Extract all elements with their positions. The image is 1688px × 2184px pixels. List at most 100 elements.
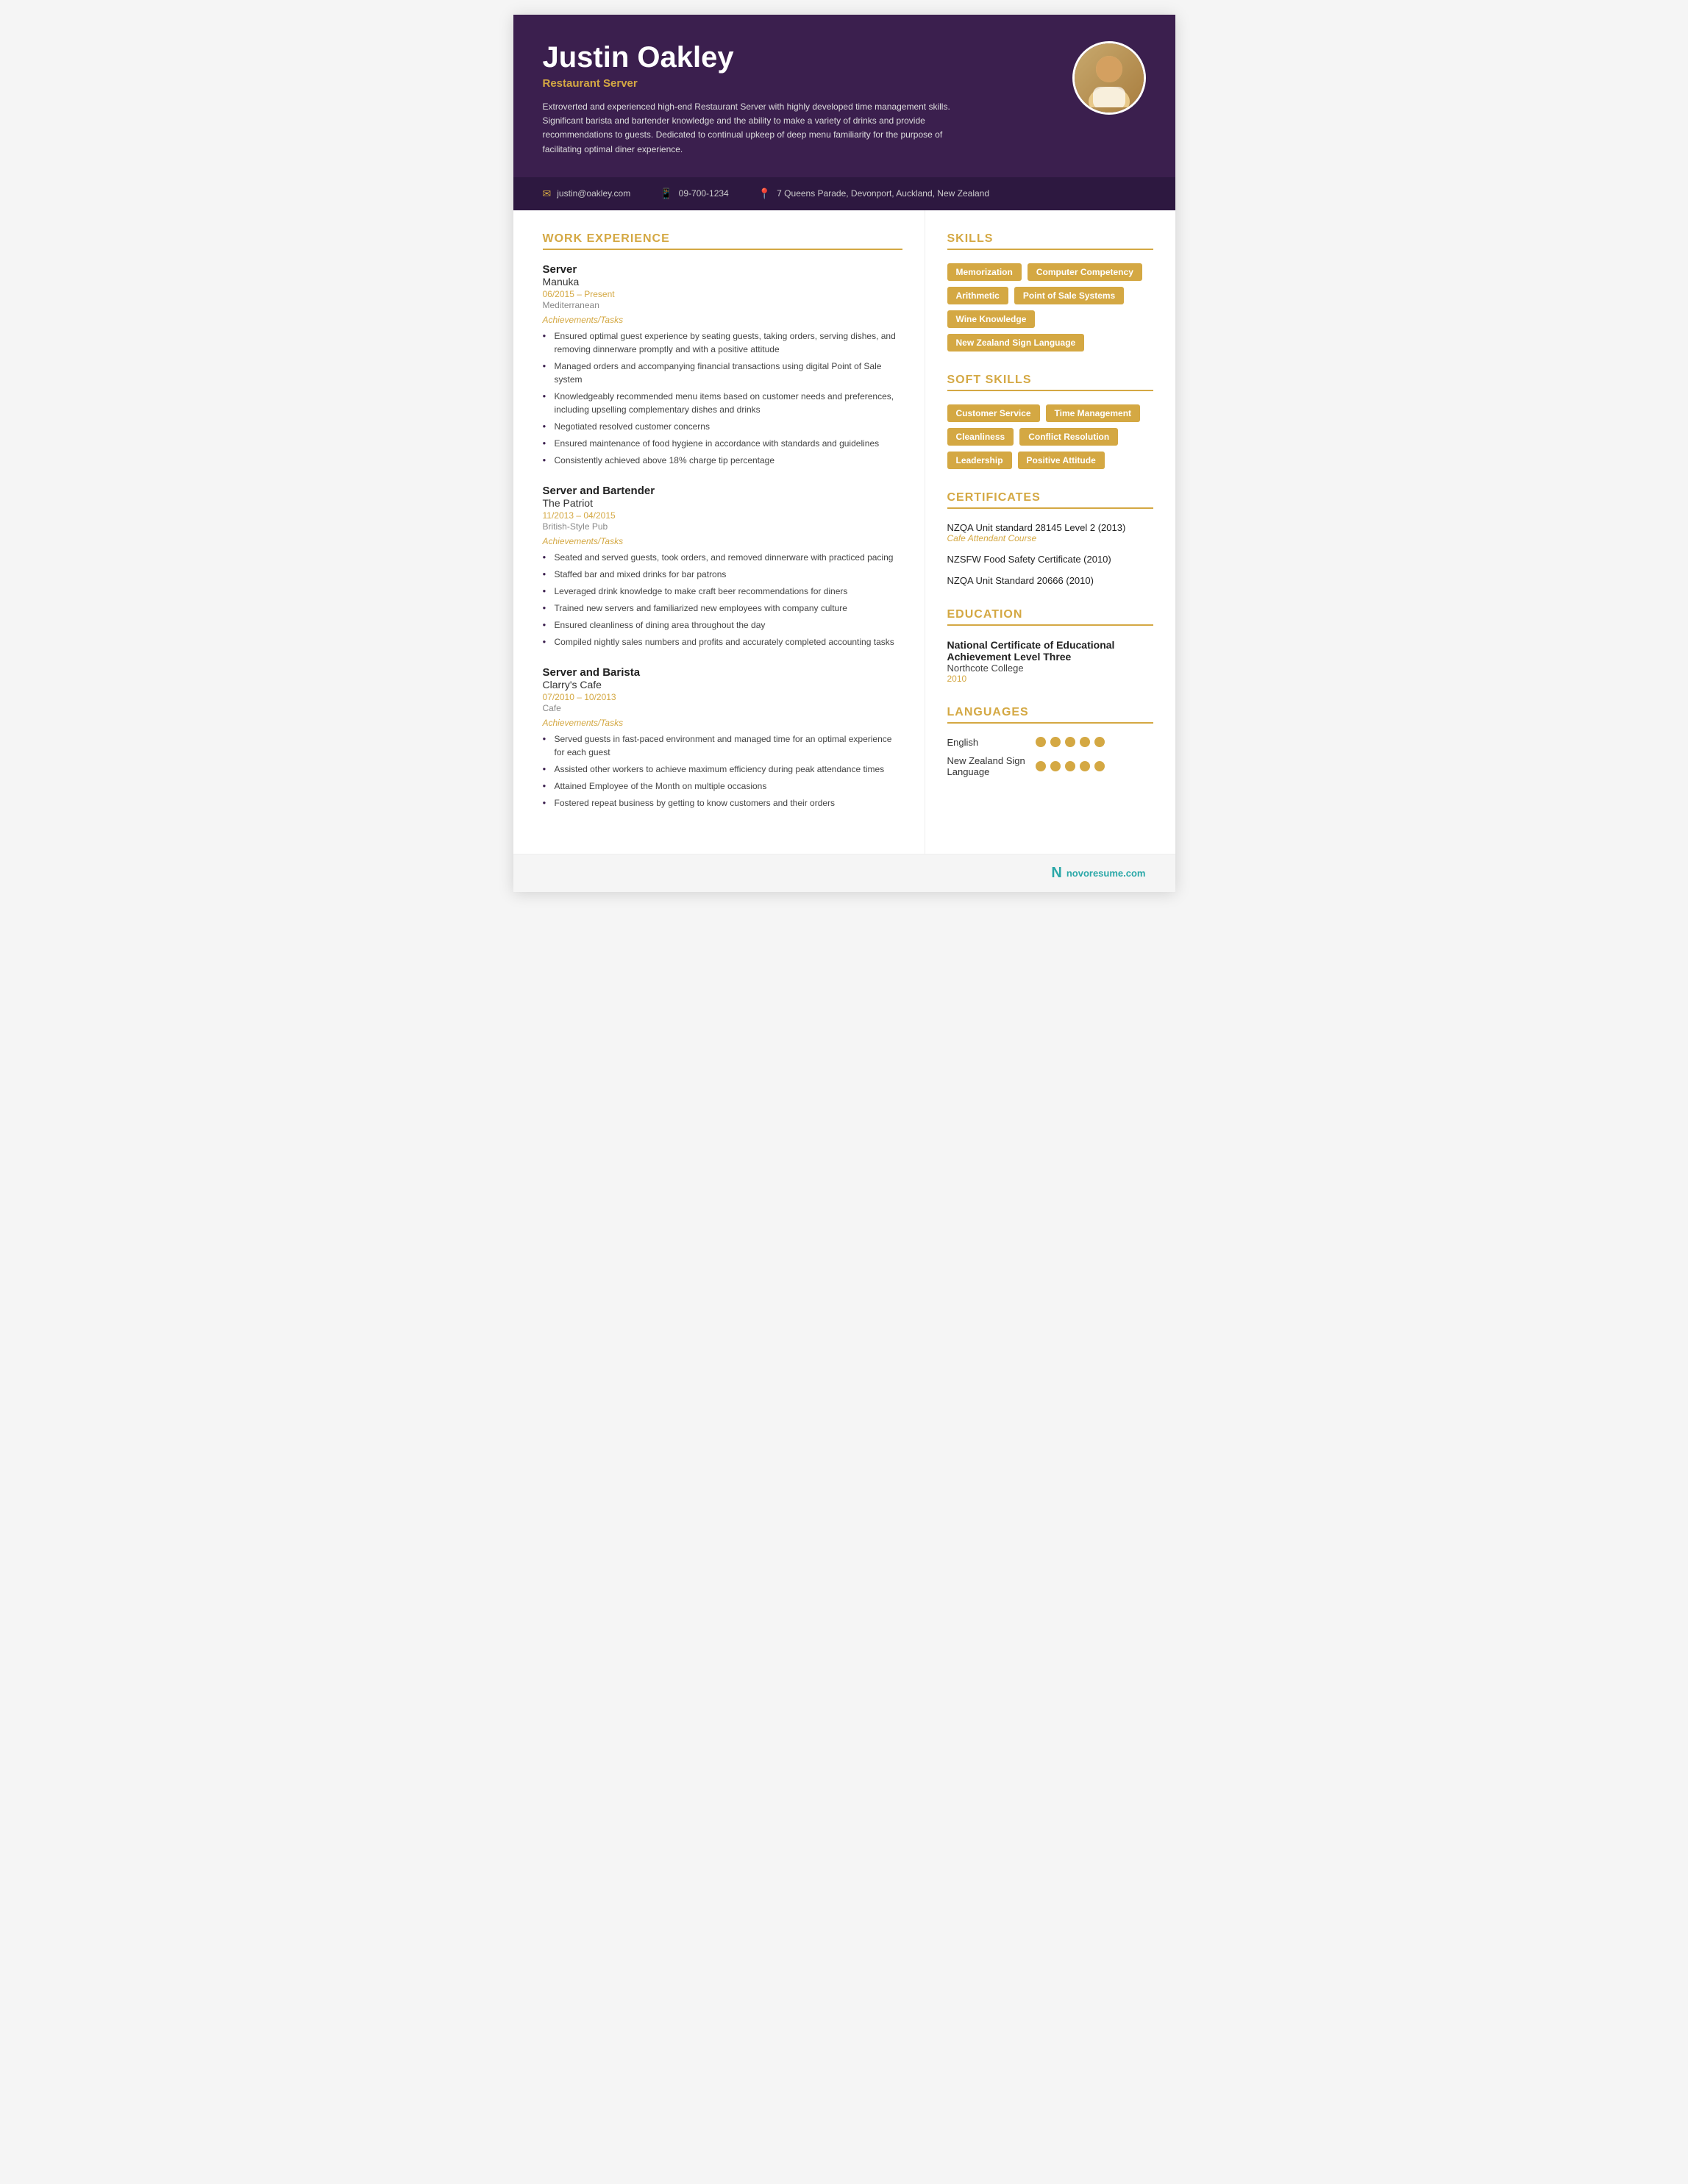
skill-tag: Wine Knowledge: [947, 310, 1036, 328]
job-item: Server and Barista Clarry's Cafe 07/2010…: [543, 666, 902, 810]
education-section: EDUCATION National Certificate of Educat…: [947, 608, 1153, 684]
header-photo: [1072, 41, 1146, 115]
edu-year: 2010: [947, 674, 1153, 684]
lang-dots: [1036, 737, 1105, 747]
lang-item: English: [947, 737, 1153, 748]
lang-name: New Zealand Sign Language: [947, 755, 1036, 777]
brand-logo: N novoresume.com: [1051, 865, 1145, 882]
job-bullets: Served guests in fast-paced environment …: [543, 732, 902, 810]
header-left: Justin Oakley Restaurant Server Extrover…: [543, 41, 1050, 157]
job-company: Clarry's Cafe: [543, 679, 902, 690]
skill-tag: Computer Competency: [1028, 263, 1142, 281]
certificates-section: CERTIFICATES NZQA Unit standard 28145 Le…: [947, 491, 1153, 586]
list-item: Assisted other workers to achieve maximu…: [543, 763, 902, 776]
work-experience-title: WORK EXPERIENCE: [543, 232, 902, 250]
header-section: Justin Oakley Restaurant Server Extrover…: [513, 15, 1175, 177]
list-item: Seated and served guests, took orders, a…: [543, 551, 902, 564]
lang-dot: [1080, 737, 1090, 747]
soft-skill-tag: Leadership: [947, 452, 1012, 469]
job-item: Server Manuka 06/2015 – Present Mediterr…: [543, 263, 902, 467]
soft-skill-tag: Customer Service: [947, 404, 1040, 422]
left-column: WORK EXPERIENCE Server Manuka 06/2015 – …: [513, 210, 925, 854]
lang-dot: [1065, 761, 1075, 771]
languages-section: LANGUAGES English New Zealand Sign Langu…: [947, 706, 1153, 777]
lang-dot: [1080, 761, 1090, 771]
skill-tag: Arithmetic: [947, 287, 1008, 304]
address-value: 7 Queens Parade, Devonport, Auckland, Ne…: [777, 188, 989, 199]
soft-skills-section: SOFT SKILLS Customer Service Time Managem…: [947, 374, 1153, 469]
lang-dot: [1050, 737, 1061, 747]
lang-container: English New Zealand Sign Language: [947, 737, 1153, 777]
cert-item: NZQA Unit Standard 20666 (2010): [947, 575, 1153, 586]
skill-tag: New Zealand Sign Language: [947, 334, 1085, 351]
lang-dot: [1065, 737, 1075, 747]
achievements-label: Achievements/Tasks: [543, 315, 902, 325]
list-item: Knowledgeably recommended menu items bas…: [543, 390, 902, 416]
location-icon: 📍: [758, 188, 771, 200]
phone-value: 09-700-1234: [679, 188, 729, 199]
contact-address: 📍 7 Queens Parade, Devonport, Auckland, …: [758, 188, 989, 200]
lang-name: English: [947, 737, 1036, 748]
job-item: Server and Bartender The Patriot 11/2013…: [543, 485, 902, 649]
job-date: 06/2015 – Present: [543, 289, 902, 299]
soft-skill-tag: Time Management: [1046, 404, 1140, 422]
lang-dot: [1050, 761, 1061, 771]
avatar: [1075, 43, 1144, 113]
resume-container: Justin Oakley Restaurant Server Extrover…: [513, 15, 1175, 892]
job-company: Manuka: [543, 276, 902, 288]
cert-name: NZQA Unit Standard 20666 (2010): [947, 575, 1153, 586]
soft-skills-title: SOFT SKILLS: [947, 374, 1153, 391]
list-item: Leveraged drink knowledge to make craft …: [543, 585, 902, 598]
cert-sub: Cafe Attendant Course: [947, 533, 1153, 543]
list-item: Ensured optimal guest experience by seat…: [543, 329, 902, 356]
contact-bar: ✉ justin@oakley.com 📱 09-700-1234 📍 7 Qu…: [513, 177, 1175, 210]
lang-dot: [1094, 761, 1105, 771]
achievements-label: Achievements/Tasks: [543, 536, 902, 546]
list-item: Ensured maintenance of food hygiene in a…: [543, 437, 902, 450]
list-item: Served guests in fast-paced environment …: [543, 732, 902, 759]
edu-container: National Certificate of Educational Achi…: [947, 639, 1153, 684]
header-title: Restaurant Server: [543, 77, 1050, 90]
list-item: Consistently achieved above 18% charge t…: [543, 454, 902, 467]
header-summary: Extroverted and experienced high-end Res…: [543, 100, 969, 157]
education-title: EDUCATION: [947, 608, 1153, 626]
soft-skills-tags: Customer ServiceTime ManagementCleanline…: [947, 404, 1153, 469]
job-company: The Patriot: [543, 497, 902, 509]
header-name: Justin Oakley: [543, 41, 1050, 74]
skill-tag: Point of Sale Systems: [1014, 287, 1124, 304]
list-item: Trained new servers and familiarized new…: [543, 602, 902, 615]
cert-item: NZSFW Food Safety Certificate (2010): [947, 554, 1153, 565]
job-bullets: Ensured optimal guest experience by seat…: [543, 329, 902, 467]
brand-name: novoresume.com: [1066, 868, 1146, 879]
job-date: 07/2010 – 10/2013: [543, 692, 902, 702]
list-item: Attained Employee of the Month on multip…: [543, 779, 902, 793]
job-title: Server and Barista: [543, 666, 902, 679]
skills-section: SKILLS MemorizationComputer CompetencyAr…: [947, 232, 1153, 351]
lang-dot: [1036, 761, 1046, 771]
jobs-container: Server Manuka 06/2015 – Present Mediterr…: [543, 263, 902, 810]
list-item: Managed orders and accompanying financia…: [543, 360, 902, 386]
brand-icon: N: [1051, 865, 1061, 882]
certificates-title: CERTIFICATES: [947, 491, 1153, 509]
skill-tag: Memorization: [947, 263, 1022, 281]
cert-name: NZSFW Food Safety Certificate (2010): [947, 554, 1153, 565]
achievements-label: Achievements/Tasks: [543, 718, 902, 728]
job-type: Cafe: [543, 703, 902, 713]
lang-item: New Zealand Sign Language: [947, 755, 1153, 777]
edu-degree: National Certificate of Educational Achi…: [947, 639, 1153, 663]
lang-dot: [1036, 737, 1046, 747]
contact-phone: 📱 09-700-1234: [660, 188, 729, 200]
body-section: WORK EXPERIENCE Server Manuka 06/2015 – …: [513, 210, 1175, 854]
work-experience-section: WORK EXPERIENCE Server Manuka 06/2015 – …: [543, 232, 902, 810]
list-item: Ensured cleanliness of dining area throu…: [543, 618, 902, 632]
phone-icon: 📱: [660, 188, 672, 200]
job-date: 11/2013 – 04/2015: [543, 510, 902, 521]
list-item: Staffed bar and mixed drinks for bar pat…: [543, 568, 902, 581]
cert-name: NZQA Unit standard 28145 Level 2 (2013): [947, 522, 1153, 533]
lang-dot: [1094, 737, 1105, 747]
email-icon: ✉: [543, 188, 552, 200]
email-value: justin@oakley.com: [557, 188, 630, 199]
cert-item: NZQA Unit standard 28145 Level 2 (2013) …: [947, 522, 1153, 543]
right-column: SKILLS MemorizationComputer CompetencyAr…: [925, 210, 1175, 854]
job-bullets: Seated and served guests, took orders, a…: [543, 551, 902, 649]
